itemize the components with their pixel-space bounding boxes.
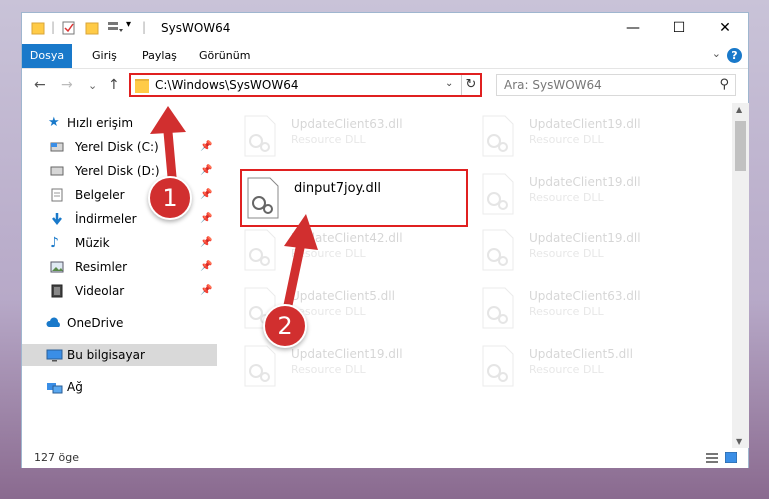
arrow-1-head <box>150 106 186 134</box>
arrow-2-head <box>284 214 318 250</box>
arrow-2 <box>282 243 305 315</box>
callout-badge-2: 2 <box>263 304 307 348</box>
callout-badge-1: 1 <box>148 176 192 220</box>
annotation-arrows <box>150 106 318 315</box>
